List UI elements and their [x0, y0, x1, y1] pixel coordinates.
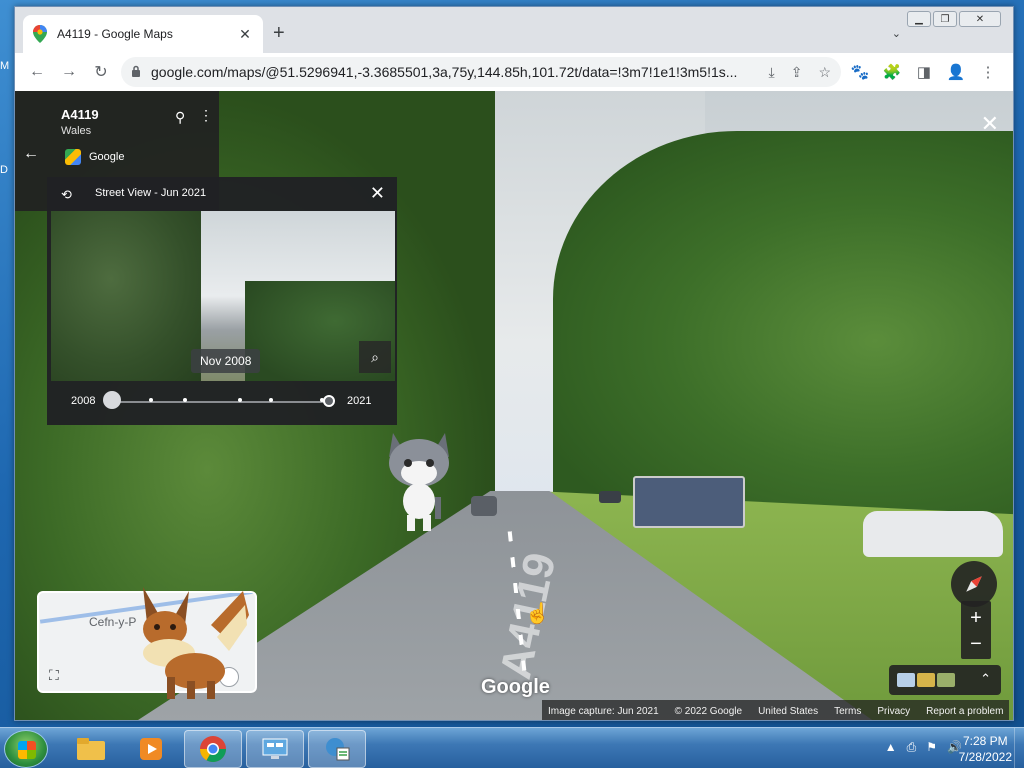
- google-maps-logo-icon: [65, 149, 81, 165]
- close-street-view-button[interactable]: ✕: [981, 111, 999, 137]
- privacy-link[interactable]: Privacy: [877, 706, 910, 717]
- timeline-title: Street View - Jun 2021: [95, 187, 207, 199]
- browser-window: A4119 - Google Maps ✕ + ⌄ ▁ ❐ ✕ ← → ↻ go…: [14, 6, 1014, 721]
- imagery-layers-strip: ⌃: [889, 665, 1001, 695]
- control-panel-icon[interactable]: [246, 730, 304, 768]
- paw-extension-icon[interactable]: 🐾: [847, 57, 873, 87]
- desktop-icon-label[interactable]: D: [0, 164, 8, 176]
- timeline-track[interactable]: [113, 401, 331, 403]
- tab-search-icon[interactable]: ⌄: [892, 27, 901, 40]
- profile-avatar-icon[interactable]: 👤: [943, 57, 969, 87]
- close-window-button[interactable]: ✕: [959, 11, 1001, 27]
- system-tray: ▲ ⎙ ⚑ 🔊: [885, 740, 962, 755]
- extensions-area: 🐾 🧩 ◨ 👤 ⋮: [847, 57, 1001, 87]
- chrome-taskbar-icon[interactable]: [184, 730, 242, 768]
- zoom-out-button[interactable]: −: [961, 633, 991, 656]
- historical-photo-preview[interactable]: Nov 2008 ⌕: [51, 211, 395, 381]
- zoom-in-button[interactable]: +: [961, 607, 991, 630]
- install-icon[interactable]: ⤓: [769, 64, 775, 81]
- extensions-puzzle-icon[interactable]: 🧩: [879, 57, 905, 87]
- car-ahead: [471, 496, 497, 516]
- reload-button[interactable]: ↻: [85, 56, 117, 88]
- time-machine-panel: ⟲ Street View - Jun 2021 ✕ Nov 2008 ⌕ 20…: [47, 177, 397, 425]
- action-center-flag-icon[interactable]: ⚑: [926, 740, 937, 755]
- timeline-current-marker[interactable]: [323, 395, 335, 407]
- white-suv: [863, 511, 1003, 557]
- terms-link[interactable]: Terms: [834, 706, 861, 717]
- browser-menu-icon[interactable]: ⋮: [975, 57, 1001, 87]
- expand-map-icon[interactable]: ⛶: [49, 667, 59, 684]
- timeline-stop[interactable]: [269, 398, 273, 402]
- layer-thumbnail[interactable]: [897, 673, 915, 687]
- attribution-footer: Image capture: Jun 2021 © 2022 Google Un…: [542, 700, 1010, 720]
- expand-layers-icon[interactable]: ⌃: [980, 671, 991, 687]
- restore-button[interactable]: ❐: [933, 11, 957, 27]
- clock[interactable]: 7:28 PM 7/28/2022: [959, 733, 1012, 765]
- cat-pet-sprite[interactable]: [383, 427, 455, 535]
- close-timeline-button[interactable]: ✕: [370, 183, 385, 204]
- desktop-icon-label[interactable]: M: [0, 60, 9, 72]
- history-icon[interactable]: ⟲: [61, 187, 72, 203]
- url-text[interactable]: google.com/maps/@51.5296941,-3.3685501,3…: [151, 64, 769, 80]
- forward-button[interactable]: →: [53, 56, 85, 88]
- address-bar[interactable]: google.com/maps/@51.5296941,-3.3685501,3…: [121, 57, 841, 87]
- timeline-end-year: 2021: [347, 395, 372, 407]
- layer-thumbnail[interactable]: [937, 673, 955, 687]
- windows-logo-icon: [18, 741, 36, 759]
- preview-date-label[interactable]: Nov 2008: [191, 349, 261, 373]
- back-button[interactable]: ←: [21, 56, 53, 88]
- preview-trees: [51, 211, 201, 381]
- tab-strip: A4119 - Google Maps ✕ + ⌄ ▁ ❐ ✕: [15, 7, 1013, 53]
- minimize-button[interactable]: ▁: [907, 11, 931, 27]
- eevee-pet-sprite[interactable]: [125, 585, 253, 701]
- network-icon[interactable]: ⎙: [907, 740, 917, 755]
- share-icon[interactable]: ⇪: [791, 64, 803, 81]
- distant-car: [599, 491, 621, 503]
- media-player-icon[interactable]: [122, 730, 180, 768]
- file-explorer-icon[interactable]: [62, 730, 120, 768]
- timeline-stop[interactable]: [238, 398, 242, 402]
- copyright: © 2022 Google: [674, 705, 743, 717]
- timeline-stop[interactable]: [149, 398, 153, 402]
- timeline-stop[interactable]: [183, 398, 187, 402]
- region-link[interactable]: United States: [758, 706, 818, 717]
- more-options-icon[interactable]: ⋮: [199, 107, 213, 124]
- right-treeline: [553, 131, 1013, 551]
- taskbar: ▲ ⎙ ⚑ 🔊 7:28 PM 7/28/2022: [0, 727, 1024, 768]
- clock-date: 7/28/2022: [958, 750, 1012, 764]
- tab-google-maps[interactable]: A4119 - Google Maps ✕: [23, 15, 263, 53]
- location-title: A4119: [61, 107, 99, 122]
- tab-title: A4119 - Google Maps: [57, 27, 173, 41]
- lock-icon[interactable]: [131, 65, 141, 80]
- timeline-start-year: 2008: [71, 395, 96, 407]
- timeline-slider-thumb[interactable]: [103, 391, 121, 409]
- image-capture-date: Image capture: Jun 2021: [548, 705, 659, 717]
- omnibox-actions: ⤓ ⇪ ☆: [769, 64, 832, 81]
- google-watermark: Google: [481, 676, 550, 698]
- network-tool-icon[interactable]: [308, 730, 366, 768]
- show-hidden-icons[interactable]: ▲: [885, 740, 897, 755]
- street-view-panorama[interactable]: A4119 ✕ ← A4119 Wales ⚲ ⋮ Google ⟲ Stree…: [15, 91, 1013, 720]
- tab-close-icon[interactable]: ✕: [237, 26, 253, 43]
- back-to-map-button[interactable]: ←: [23, 145, 39, 163]
- start-button[interactable]: [4, 730, 48, 768]
- new-tab-button[interactable]: +: [273, 23, 285, 43]
- show-desktop-button[interactable]: [1014, 728, 1024, 768]
- hand-cursor-icon: ☝: [525, 603, 550, 625]
- google-maps-icon: [33, 25, 47, 43]
- side-panel-icon[interactable]: ◨: [911, 57, 937, 87]
- location-pin-icon[interactable]: ⚲: [175, 109, 185, 126]
- zoom-preview-icon[interactable]: ⌕: [359, 341, 391, 373]
- location-subtitle: Wales: [61, 125, 92, 137]
- bookmark-star-icon[interactable]: ☆: [818, 64, 831, 81]
- clock-time: 7:28 PM: [962, 734, 1008, 748]
- report-problem-link[interactable]: Report a problem: [926, 706, 1003, 717]
- truck: [633, 476, 745, 528]
- imagery-source: Google: [89, 151, 125, 163]
- browser-toolbar: ← → ↻ google.com/maps/@51.5296941,-3.368…: [15, 53, 1013, 91]
- layer-thumbnail[interactable]: [917, 673, 935, 687]
- zoom-controls: + −: [961, 601, 991, 659]
- window-controls: ▁ ❐ ✕: [907, 11, 1001, 27]
